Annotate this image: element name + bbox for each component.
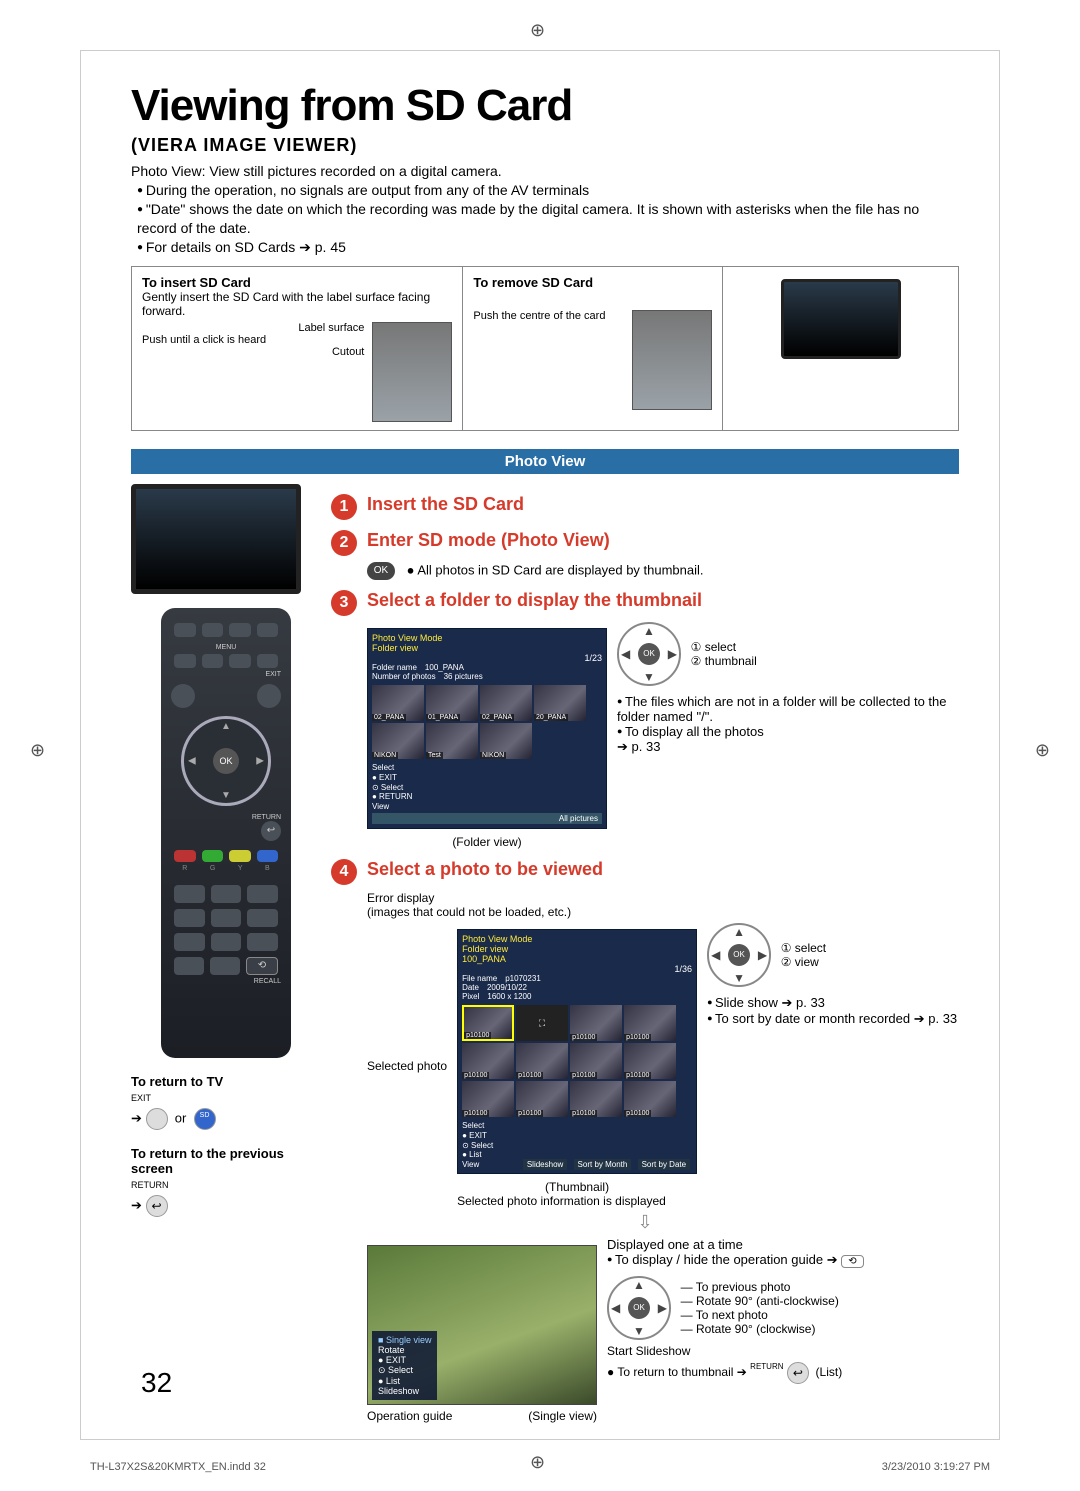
error-display-label: Error display xyxy=(367,891,434,905)
page-title: Viewing from SD Card xyxy=(131,81,959,131)
remote-ok-button: OK xyxy=(213,748,239,774)
return-icon: ↩ xyxy=(261,821,281,841)
remote-return-label: RETURN xyxy=(171,814,281,821)
osd-folder-view: Photo View Mode Folder view 1/23 Folder … xyxy=(367,628,607,829)
step-title: Enter SD mode (Photo View) xyxy=(367,530,610,551)
remote-red-button xyxy=(174,850,196,862)
remote-illustration: MENU EXIT ▲ ▼ ◀ ▶ OK RETURN ↩ xyxy=(161,608,291,1058)
osd-folder-grid: 02_PANA 01_PANA 02_PANA 20_PANA NIKON Te… xyxy=(372,685,602,759)
step-number-icon: 4 xyxy=(331,859,357,885)
remove-desc: Push the centre of the card xyxy=(473,310,624,410)
sdcard-button-icon: SD xyxy=(194,1108,216,1130)
folder-view-caption: (Folder view) xyxy=(367,835,607,849)
crop-mark-icon: ⊕ xyxy=(530,20,545,41)
page-number: 32 xyxy=(141,1367,172,1399)
remote-round-button xyxy=(171,684,195,708)
return-button-icon: ↩ xyxy=(787,1362,809,1384)
nav-ring-icon: ▲▼ ◀▶ OK xyxy=(617,622,681,686)
insert-title: To insert SD Card xyxy=(142,275,452,290)
page: Viewing from SD Card (VIERA IMAGE VIEWER… xyxy=(80,50,1000,1440)
nav-label-select: ① select xyxy=(781,941,826,955)
section-band-photo-view: Photo View xyxy=(131,449,959,474)
thumbnail-view-caption: (Thumbnail) xyxy=(457,1180,697,1194)
operation-guide-caption: Operation guide xyxy=(367,1409,452,1423)
remove-title: To remove SD Card xyxy=(473,275,712,290)
down-arrow-icon: ⇩ xyxy=(331,1212,959,1233)
exit-label: EXIT xyxy=(131,1093,151,1103)
step3-note: The files which are not in a folder will… xyxy=(617,694,959,724)
return-tv-section: To return to TV EXIT ➔ or SD xyxy=(131,1074,321,1130)
insert-diagram xyxy=(372,322,452,422)
remote-nav-ring: ▲ ▼ ◀ ▶ OK xyxy=(181,716,271,806)
single-view-menu: ■ Single view Rotate ● EXIT ⊙ Select ● L… xyxy=(372,1331,437,1400)
osd-photo-grid: p10100 ⛶ p10100 p10100 p10100 p10100 p10… xyxy=(462,1005,692,1117)
step-title: Insert the SD Card xyxy=(367,494,524,515)
nav-label-thumbnail: ② thumbnail xyxy=(691,654,757,668)
step-3: 3 Select a folder to display the thumbna… xyxy=(331,590,959,616)
step2-note: All photos in SD Card are displayed by t… xyxy=(417,563,703,578)
recall-button: ⟲ xyxy=(246,957,278,975)
return-thumbnail-line: ● To return to thumbnail ➔ RETURN ↩ (Lis… xyxy=(607,1362,959,1384)
step-number-icon: 3 xyxy=(331,590,357,616)
remote-blue-button xyxy=(257,850,279,862)
remove-diagram xyxy=(632,310,712,410)
step-number-icon: 1 xyxy=(331,494,357,520)
step4-note: Slide show ➔ p. 33 xyxy=(707,995,959,1011)
single-note: To display / hide the operation guide ➔ … xyxy=(607,1252,959,1268)
return-button-icon: ↩ xyxy=(146,1195,168,1217)
single-view-caption: (Single view) xyxy=(528,1409,597,1423)
step3-note: To display all the photos➔ p. 33 xyxy=(617,724,959,755)
crop-mark-icon: ⊕ xyxy=(1035,740,1050,761)
step-2: 2 Enter SD mode (Photo View) xyxy=(331,530,959,556)
nav-ring-icon: ▲▼ ◀▶ OK xyxy=(607,1276,671,1340)
osd-thumbnail-view: Photo View Mode Folder view 100_PANA 1/3… xyxy=(457,929,697,1174)
footer-left: TH-L37X2S&20KMRTX_EN.indd 32 xyxy=(90,1461,266,1473)
crop-mark-icon: ⊕ xyxy=(30,740,45,761)
footer-meta: TH-L37X2S&20KMRTX_EN.indd 32 3/23/2010 3… xyxy=(90,1461,990,1473)
step-4: 4 Select a photo to be viewed xyxy=(331,859,959,885)
label-surface: Label surface xyxy=(142,322,364,334)
tv-illustration xyxy=(131,484,301,594)
intro-bullet: For details on SD Cards ➔ p. 45 xyxy=(137,238,959,257)
selected-photo-label: Selected photo xyxy=(367,1059,447,1073)
sd-insert-remove-box: To insert SD Card Gently insert the SD C… xyxy=(131,266,959,431)
tv-illustration xyxy=(781,279,901,359)
cutout-label: Cutout xyxy=(142,346,364,358)
nav-ring-icon: ▲▼ ◀▶ OK xyxy=(707,923,771,987)
selected-info-caption: Selected photo information is displayed xyxy=(457,1194,697,1208)
remote-round-button xyxy=(257,684,281,708)
remote-menu-label: MENU xyxy=(171,644,281,651)
remote-recall-label: RECALL xyxy=(171,978,281,985)
step4-note: To sort by date or month recorded ➔ p. 3… xyxy=(707,1011,959,1027)
ok-button-icon: OK xyxy=(367,562,395,580)
intro-bullet: "Date" shows the date on which the recor… xyxy=(137,200,959,238)
start-slideshow-label: Start Slideshow xyxy=(607,1344,959,1358)
step-title: Select a folder to display the thumbnail xyxy=(367,590,702,611)
step-title: Select a photo to be viewed xyxy=(367,859,603,880)
return-prev-section: To return to the previous screen RETURN … xyxy=(131,1146,321,1217)
recall-button-icon: ⟲ xyxy=(841,1255,863,1268)
error-display-sub: (images that could not be loaded, etc.) xyxy=(367,905,571,919)
nav-label-view: ② view xyxy=(781,955,826,969)
footer-right: 3/23/2010 3:19:27 PM xyxy=(882,1461,990,1473)
return-label: RETURN xyxy=(131,1180,169,1190)
insert-desc: Gently insert the SD Card with the label… xyxy=(142,290,452,318)
step-number-icon: 2 xyxy=(331,530,357,556)
exit-button-icon xyxy=(146,1108,168,1130)
remote-exit-label: EXIT xyxy=(171,671,281,678)
return-tv-title: To return to TV xyxy=(131,1074,321,1089)
remote-green-button xyxy=(202,850,224,862)
intro-line: Photo View: View still pictures recorded… xyxy=(131,162,959,181)
page-subtitle: (VIERA IMAGE VIEWER) xyxy=(131,135,959,156)
remote-yellow-button xyxy=(229,850,251,862)
push-label: Push until a click is heard xyxy=(142,334,364,346)
intro-bullet: During the operation, no signals are out… xyxy=(137,181,959,200)
nav-label-select: ① select xyxy=(691,640,757,654)
step-1: 1 Insert the SD Card xyxy=(331,494,959,520)
return-prev-title: To return to the previous screen xyxy=(131,1146,321,1176)
intro-block: Photo View: View still pictures recorded… xyxy=(131,162,959,256)
single-view-illustration: ■ Single view Rotate ● EXIT ⊙ Select ● L… xyxy=(367,1245,597,1405)
single-top-label: Displayed one at a time xyxy=(607,1237,959,1252)
